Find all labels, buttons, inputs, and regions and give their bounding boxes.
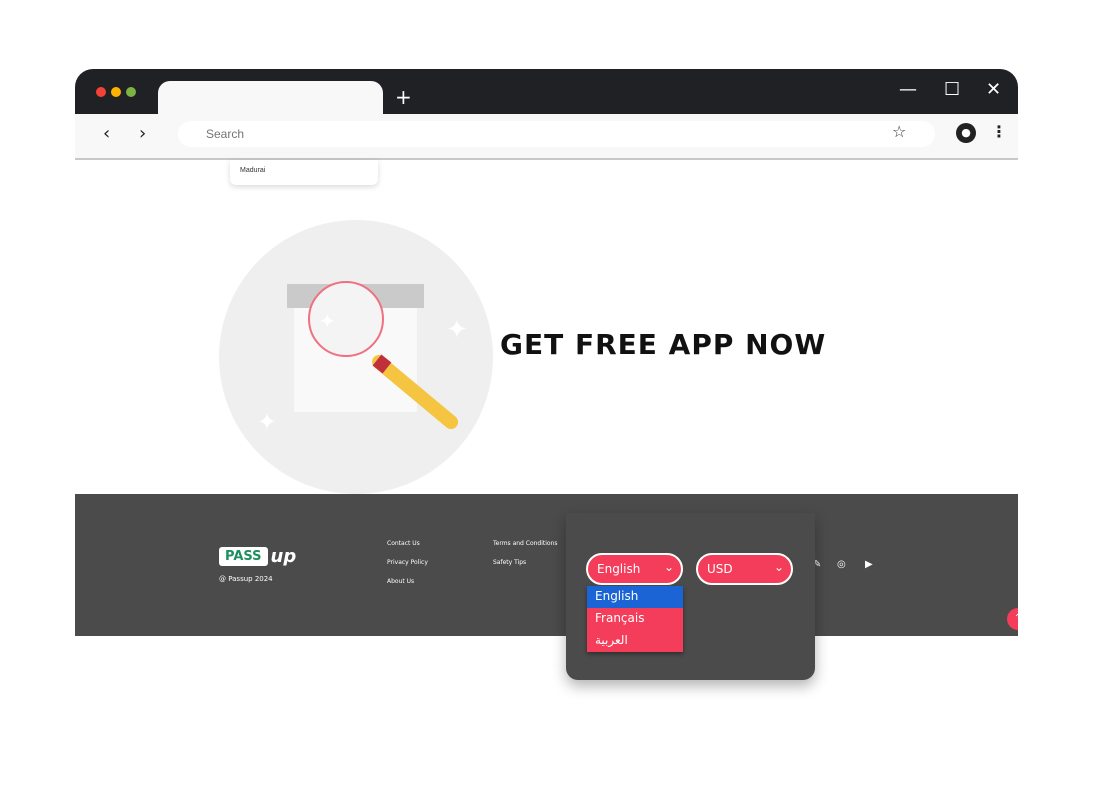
toolbar: ‹ › ☆ ● ⋮ — [75, 114, 1018, 160]
maximize-icon[interactable]: ☐ — [944, 79, 960, 100]
option-arabic[interactable]: العربية — [587, 630, 683, 652]
currency-value: USD — [707, 562, 733, 576]
about-us-link[interactable]: About Us — [387, 578, 414, 585]
svg-text:✦: ✦ — [257, 408, 277, 436]
svg-text:✦: ✦ — [446, 315, 468, 345]
contact-us-link[interactable]: Contact Us — [387, 540, 420, 547]
logo-up-text: up — [270, 546, 297, 567]
maximize-dot-icon[interactable] — [126, 87, 136, 97]
chevron-down-icon: ⌄ — [663, 560, 674, 574]
magnifier-illustration-icon: ✦ ✦ ✦ — [257, 281, 468, 436]
privacy-policy-link[interactable]: Privacy Policy — [387, 559, 428, 566]
get-app-heading: GET FREE APP NOW — [500, 328, 827, 361]
language-select[interactable]: English ⌄ — [586, 553, 683, 585]
logo-pass-text: PASS — [219, 547, 268, 566]
more-menu-icon[interactable]: ⋮ — [991, 122, 1007, 141]
footer: PASS up @ Passup 2024 Contact Us Privacy… — [75, 494, 1018, 636]
close-dot-icon[interactable] — [96, 87, 106, 97]
terms-link[interactable]: Terms and Conditions — [493, 540, 558, 547]
minimize-icon[interactable]: — — [899, 79, 917, 100]
copyright: @ Passup 2024 — [219, 575, 273, 583]
minimize-dot-icon[interactable] — [111, 87, 121, 97]
chevron-down-icon: ⌄ — [773, 560, 784, 574]
back-icon[interactable]: ‹ — [103, 123, 110, 144]
safety-tips-link[interactable]: Safety Tips — [493, 559, 526, 566]
new-tab-button[interactable]: + — [395, 85, 412, 109]
currency-select[interactable]: USD ⌄ — [696, 553, 793, 585]
instagram-icon[interactable]: ◎ — [837, 559, 846, 570]
language-value: English — [597, 562, 641, 576]
profile-avatar-icon[interactable]: ● — [956, 123, 976, 143]
forward-icon[interactable]: › — [139, 123, 146, 144]
youtube-icon[interactable]: ▶ — [865, 559, 873, 570]
scroll-to-top-button[interactable]: ⌃ — [1007, 608, 1018, 630]
browser-window: + — ☐ ✕ ‹ › ☆ ● ⋮ Madurai ✦ ✦ ✦ GET FREE… — [75, 69, 1018, 636]
title-bar: + — ☐ ✕ — [75, 69, 1018, 121]
svg-text:✦: ✦ — [319, 309, 336, 333]
empty-search-illustration: ✦ ✦ ✦ — [219, 220, 493, 494]
search-suggestion[interactable]: Madurai — [230, 160, 378, 185]
settings-popup: English ⌄ USD ⌄ English Français العربية — [566, 513, 815, 680]
close-icon[interactable]: ✕ — [986, 79, 1001, 100]
search-input[interactable] — [178, 121, 935, 147]
language-options: English Français العربية — [587, 586, 683, 652]
option-french[interactable]: Français — [587, 608, 683, 630]
option-english[interactable]: English — [587, 586, 683, 608]
passup-logo[interactable]: PASS up — [219, 546, 296, 567]
bookmark-star-icon[interactable]: ☆ — [892, 122, 906, 141]
